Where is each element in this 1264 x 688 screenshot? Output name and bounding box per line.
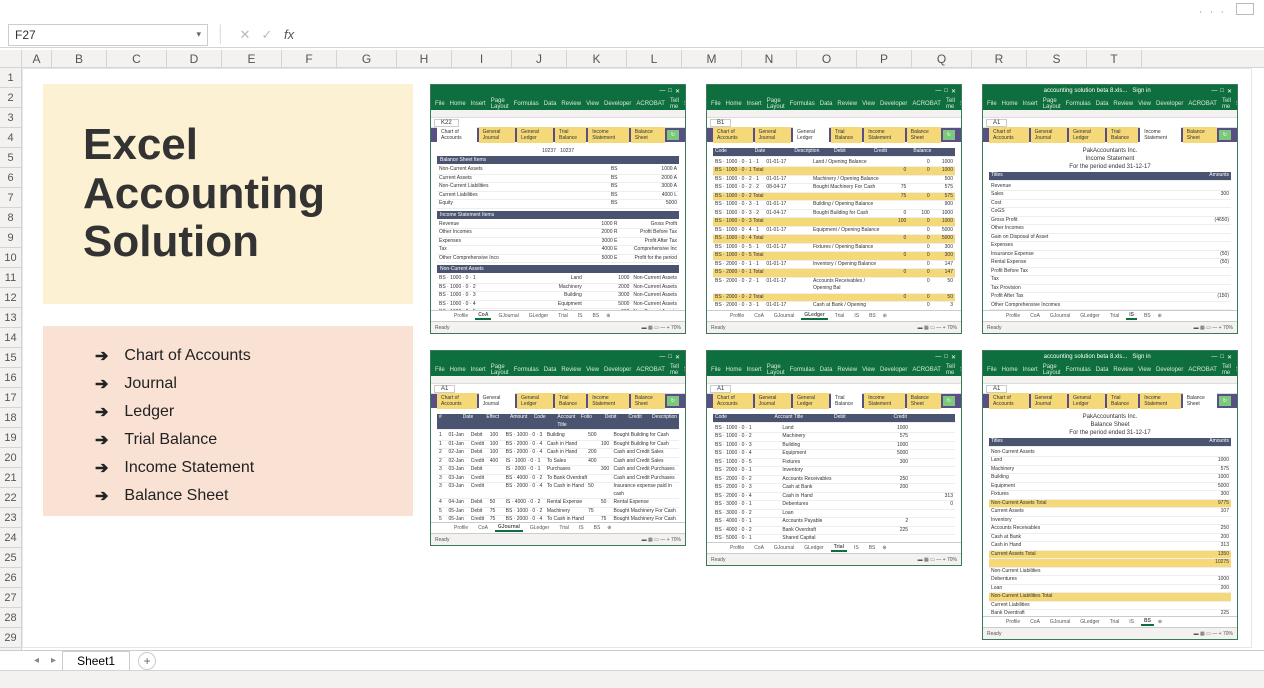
column-header-E[interactable]: E (222, 50, 282, 67)
row-header-11[interactable]: 11 (0, 268, 21, 288)
arrow-right-icon: ➔ (95, 346, 108, 366)
row-header-1[interactable]: 1 (0, 68, 21, 88)
feature-label: Balance Sheet (124, 487, 228, 505)
excel-thumbnail: —□✕FileHomeInsertPage LayoutFormulasData… (430, 350, 686, 546)
cancel-formula-button[interactable]: ✕ (234, 24, 256, 46)
feature-list: ➔ Chart of Accounts ➔ Journal ➔ Ledger ➔ Trial … (43, 326, 413, 516)
row-header-15[interactable]: 15 (0, 348, 21, 368)
formula-bar: F27 ▾ │ ✕ ✓ fx (0, 22, 1264, 48)
excel-thumbnail: —□✕FileHomeInsertPage LayoutFormulasData… (430, 84, 686, 334)
column-header-N[interactable]: N (742, 50, 797, 67)
arrow-right-icon: ➔ (95, 458, 108, 478)
feature-label: Income Statement (124, 459, 254, 477)
row-header-2[interactable]: 2 (0, 88, 21, 108)
fx-icon[interactable]: fx (284, 27, 294, 42)
separator: │ (216, 26, 226, 44)
column-header-S[interactable]: S (1027, 50, 1087, 67)
feature-label: Journal (124, 375, 176, 393)
title-line-3: Solution (83, 218, 413, 266)
column-header-O[interactable]: O (797, 50, 857, 67)
feature-item: ➔ Trial Balance (95, 430, 403, 450)
arrow-right-icon: ➔ (95, 486, 108, 506)
formula-input[interactable] (300, 24, 1264, 46)
row-header-27[interactable]: 27 (0, 588, 21, 608)
row-header-8[interactable]: 8 (0, 208, 21, 228)
arrow-right-icon: ➔ (95, 374, 108, 394)
row-header-12[interactable]: 12 (0, 288, 21, 308)
column-header-J[interactable]: J (512, 50, 567, 67)
excel-thumbnail: accounting solution beta 8.xls... Sign i… (982, 84, 1238, 334)
column-header-A[interactable]: A (22, 50, 52, 67)
arrow-right-icon: ➔ (95, 402, 108, 422)
title-line-2: Accounting (83, 170, 413, 218)
row-header-24[interactable]: 24 (0, 528, 21, 548)
select-all-triangle[interactable] (0, 50, 22, 68)
row-header-21[interactable]: 21 (0, 468, 21, 488)
row-header-19[interactable]: 19 (0, 428, 21, 448)
row-header-29[interactable]: 29 (0, 628, 21, 648)
sheet-tab-bar: ◂ ▸ Sheet1 + (0, 650, 1264, 670)
row-header-23[interactable]: 23 (0, 508, 21, 528)
row-header-22[interactable]: 22 (0, 488, 21, 508)
feature-label: Chart of Accounts (124, 347, 250, 365)
feature-item: ➔ Income Statement (95, 458, 403, 478)
row-header-28[interactable]: 28 (0, 608, 21, 628)
column-header-F[interactable]: F (282, 50, 337, 67)
column-header-B[interactable]: B (52, 50, 107, 67)
feature-item: ➔ Balance Sheet (95, 486, 403, 506)
column-header-K[interactable]: K (567, 50, 627, 67)
row-header-16[interactable]: 16 (0, 368, 21, 388)
column-header-C[interactable]: C (107, 50, 167, 67)
row-header-5[interactable]: 5 (0, 148, 21, 168)
row-header-18[interactable]: 18 (0, 408, 21, 428)
column-header-H[interactable]: H (397, 50, 452, 67)
row-header-7[interactable]: 7 (0, 188, 21, 208)
excel-thumbnail: —□✕FileHomeInsertPage LayoutFormulasData… (706, 350, 962, 566)
row-header-17[interactable]: 17 (0, 388, 21, 408)
accept-formula-button[interactable]: ✓ (256, 24, 278, 46)
column-header-T[interactable]: T (1087, 50, 1142, 67)
title-line-1: Excel (83, 121, 413, 169)
name-box[interactable]: F27 ▾ (8, 24, 208, 46)
status-bar (0, 670, 1264, 688)
column-header-I[interactable]: I (452, 50, 512, 67)
row-header-20[interactable]: 20 (0, 448, 21, 468)
sheet-nav-prev[interactable]: ◂ (34, 655, 39, 666)
worksheet-grid[interactable]: Excel Accounting Solution ➔ Chart of Acco… (22, 68, 1264, 650)
column-header-Q[interactable]: Q (912, 50, 972, 67)
title-block: Excel Accounting Solution (43, 84, 413, 304)
name-box-value: F27 (15, 28, 36, 42)
window-maximize-icon[interactable] (1236, 3, 1254, 15)
row-header-4[interactable]: 4 (0, 128, 21, 148)
sheet-nav-next[interactable]: ▸ (51, 655, 56, 666)
feature-item: ➔ Journal (95, 374, 403, 394)
excel-thumbnail: —□✕FileHomeInsertPage LayoutFormulasData… (706, 84, 962, 334)
column-header-R[interactable]: R (972, 50, 1027, 67)
feature-item: ➔ Chart of Accounts (95, 346, 403, 366)
arrow-right-icon: ➔ (95, 430, 108, 450)
row-header-13[interactable]: 13 (0, 308, 21, 328)
chevron-down-icon[interactable]: ▾ (196, 29, 201, 40)
column-header-L[interactable]: L (627, 50, 682, 67)
row-headers: 1234567891011121314151617181920212223242… (0, 68, 22, 650)
row-header-25[interactable]: 25 (0, 548, 21, 568)
row-header-6[interactable]: 6 (0, 168, 21, 188)
column-header-P[interactable]: P (857, 50, 912, 67)
column-header-D[interactable]: D (167, 50, 222, 67)
sheet-tab-active[interactable]: Sheet1 (62, 651, 130, 672)
feature-label: Ledger (124, 403, 174, 421)
column-header-M[interactable]: M (682, 50, 742, 67)
excel-thumbnail: accounting solution beta 8.xls... Sign i… (982, 350, 1238, 640)
row-header-10[interactable]: 10 (0, 248, 21, 268)
row-header-14[interactable]: 14 (0, 328, 21, 348)
column-headers: ABCDEFGHIJKLMNOPQRST (22, 50, 1264, 68)
add-sheet-button[interactable]: + (138, 652, 156, 670)
window-controls-dots: · · · (1199, 6, 1226, 18)
row-header-3[interactable]: 3 (0, 108, 21, 128)
column-header-G[interactable]: G (337, 50, 397, 67)
row-header-9[interactable]: 9 (0, 228, 21, 248)
row-header-26[interactable]: 26 (0, 568, 21, 588)
feature-item: ➔ Ledger (95, 402, 403, 422)
feature-label: Trial Balance (124, 431, 217, 449)
